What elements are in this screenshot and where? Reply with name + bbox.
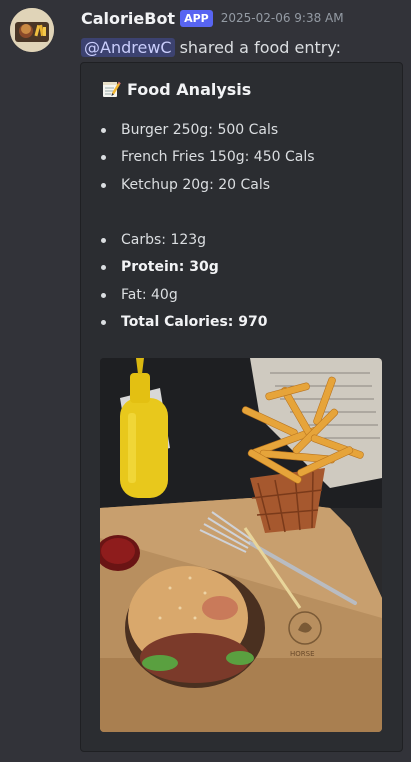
app-badge: APP bbox=[180, 9, 213, 27]
message-timestamp[interactable]: 2025-02-06 9:38 AM bbox=[221, 11, 344, 25]
nutrition-text: Protein: 30g bbox=[121, 259, 219, 275]
food-item: Burger 250g: 500 Cals bbox=[101, 119, 278, 141]
food-embed: Food Analysis Burger 250g: 500 Cals Fren… bbox=[80, 62, 403, 752]
bullet bbox=[101, 154, 106, 160]
food-item-text: French Fries 150g: 450 Cals bbox=[121, 149, 315, 165]
nutrition-item: Fat: 40g bbox=[101, 284, 178, 306]
bullet bbox=[101, 182, 106, 188]
bullet bbox=[101, 264, 106, 270]
bullet bbox=[101, 237, 106, 243]
food-item-text: Burger 250g: 500 Cals bbox=[121, 122, 279, 138]
bullet bbox=[101, 127, 106, 133]
message-content: @AndrewC shared a food entry: bbox=[81, 34, 341, 60]
food-photo[interactable]: HORSE bbox=[100, 358, 382, 732]
embed-title-row: Food Analysis bbox=[101, 79, 251, 99]
food-item-text: Ketchup 20g: 20 Cals bbox=[121, 177, 271, 193]
message-header: CalorieBot APP 2025-02-06 9:38 AM bbox=[81, 6, 344, 30]
food-item: French Fries 150g: 450 Cals bbox=[101, 146, 315, 168]
nutrition-text: Total Calories: 970 bbox=[121, 314, 268, 330]
nutrition-item: Protein: 30g bbox=[101, 256, 219, 278]
nutrition-item: Carbs: 123g bbox=[101, 229, 206, 251]
nutrition-text: Fat: 40g bbox=[121, 287, 178, 303]
food-item: Ketchup 20g: 20 Cals bbox=[101, 174, 270, 196]
embed-title: Food Analysis bbox=[127, 79, 252, 99]
memo-icon bbox=[101, 79, 121, 99]
message-text: shared a food entry: bbox=[179, 37, 342, 57]
user-mention[interactable]: @AndrewC bbox=[81, 37, 175, 57]
bullet bbox=[101, 319, 106, 325]
svg-text:HORSE: HORSE bbox=[290, 650, 315, 658]
nutrition-item: Total Calories: 970 bbox=[101, 311, 268, 333]
bullet bbox=[101, 292, 106, 298]
nutrition-text: Carbs: 123g bbox=[121, 232, 207, 248]
bot-avatar[interactable] bbox=[10, 8, 54, 52]
author-name[interactable]: CalorieBot bbox=[81, 9, 175, 28]
